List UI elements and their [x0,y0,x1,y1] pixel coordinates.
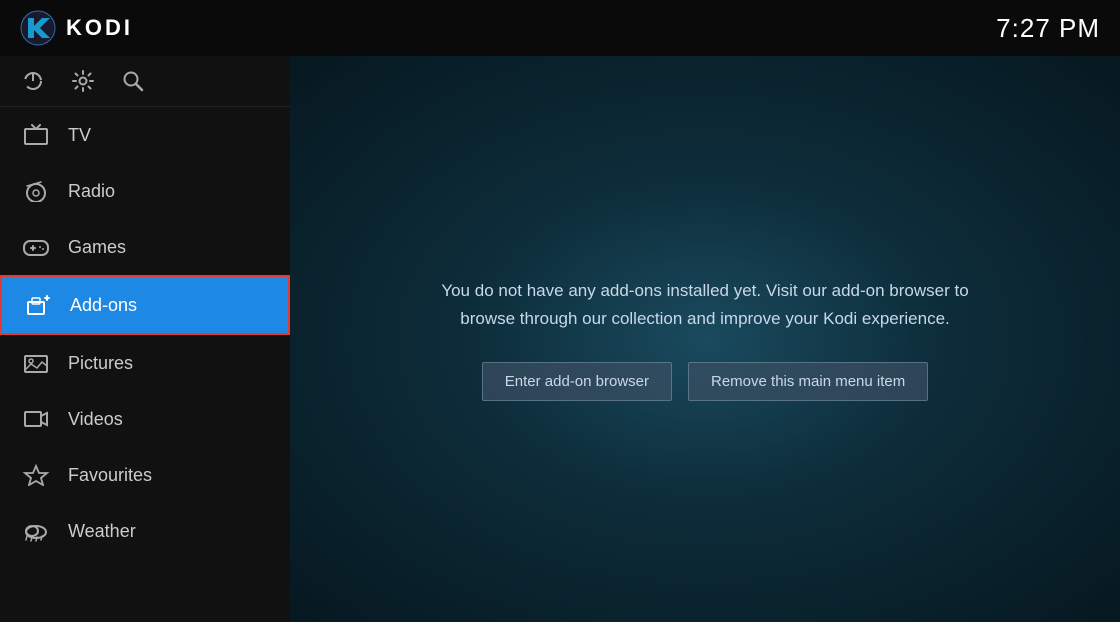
addons-icon [24,291,52,319]
sidebar-item-pictures[interactable]: Pictures [0,335,290,391]
sidebar-item-games[interactable]: Games [0,219,290,275]
search-button[interactable] [122,70,144,92]
sidebar-item-weather-label: Weather [68,521,136,542]
clock-display: 7:27 PM [996,13,1100,44]
sidebar-item-games-label: Games [68,237,126,258]
sidebar-item-addons-label: Add-ons [70,295,137,316]
sidebar-item-weather[interactable]: Weather [0,503,290,559]
games-icon [22,233,50,261]
sidebar-item-radio[interactable]: Radio [0,163,290,219]
sidebar-item-tv-label: TV [68,125,91,146]
kodi-logo-icon [20,10,56,46]
sidebar: TV Radio [0,56,290,622]
sidebar-system-icons [0,56,290,107]
sidebar-item-videos-label: Videos [68,409,123,430]
content-message: You do not have any add-ons installed ye… [415,277,995,331]
favourites-icon [22,461,50,489]
weather-icon [22,517,50,545]
enter-addon-browser-button[interactable]: Enter add-on browser [482,362,672,401]
app-title: KODI [66,15,133,41]
sidebar-item-videos[interactable]: Videos [0,391,290,447]
sidebar-item-pictures-label: Pictures [68,353,133,374]
content-area: You do not have any add-ons installed ye… [290,56,1120,622]
sidebar-item-favourites[interactable]: Favourites [0,447,290,503]
power-button[interactable] [22,70,44,92]
top-bar: KODI 7:27 PM [0,0,1120,56]
settings-icon [72,70,94,92]
sidebar-item-addons[interactable]: Add-ons [0,275,290,335]
sidebar-item-favourites-label: Favourites [68,465,152,486]
power-icon [22,70,44,92]
settings-button[interactable] [72,70,94,92]
tv-icon [22,121,50,149]
search-icon [122,70,144,92]
sidebar-item-tv[interactable]: TV [0,107,290,163]
sidebar-nav: TV Radio [0,107,290,622]
pictures-icon [22,349,50,377]
logo-area: KODI [20,10,133,46]
videos-icon [22,405,50,433]
radio-icon [22,177,50,205]
remove-menu-item-button[interactable]: Remove this main menu item [688,362,928,401]
main-layout: TV Radio [0,56,1120,622]
sidebar-item-radio-label: Radio [68,181,115,202]
content-buttons: Enter add-on browser Remove this main me… [482,362,929,401]
